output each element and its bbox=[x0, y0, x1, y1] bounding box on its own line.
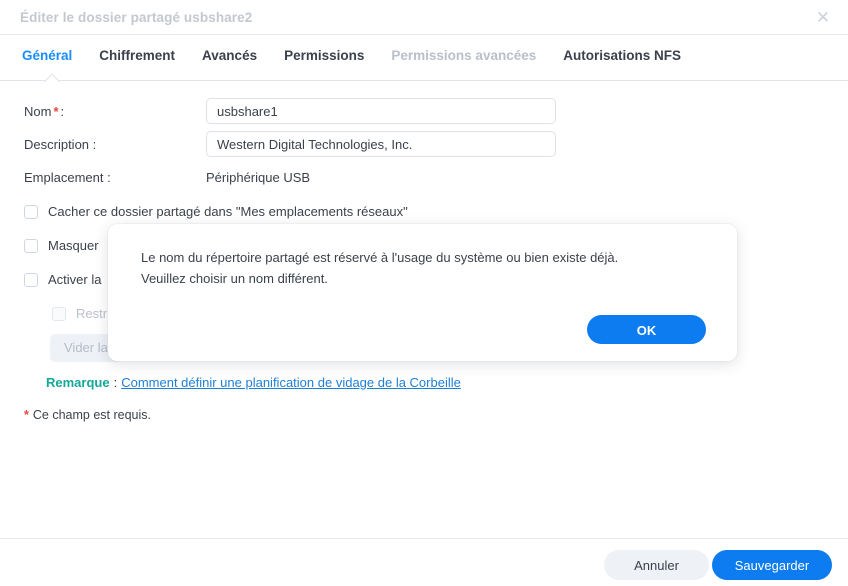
hide-subfolders-label: Masquer bbox=[48, 238, 99, 253]
dialog-titlebar: Éditer le dossier partagé usbshare2 ✕ bbox=[0, 0, 848, 35]
hide-share-checkbox[interactable] bbox=[24, 204, 38, 219]
remark-row: Remarque : Comment définir une planifica… bbox=[46, 375, 461, 390]
save-button[interactable]: Sauvegarder bbox=[712, 550, 832, 580]
edit-shared-folder-dialog: Éditer le dossier partagé usbshare2 ✕ Gé… bbox=[0, 0, 848, 586]
hide-share-label: Cacher ce dossier partagé dans "Mes empl… bbox=[48, 204, 408, 219]
name-label: Nom *: bbox=[24, 104, 206, 119]
hide-subfolders-checkbox-row[interactable]: Masquer bbox=[24, 238, 99, 253]
tab-permissions[interactable]: Permissions bbox=[284, 48, 379, 63]
restrict-recycle-bin-checkbox bbox=[52, 306, 66, 321]
tab-chiffrement[interactable]: Chiffrement bbox=[99, 48, 190, 63]
enable-recycle-bin-label: Activer la bbox=[48, 272, 102, 287]
tab-bar: Général Chiffrement Avancés Permissions … bbox=[0, 35, 848, 81]
alert-message-line2: Veuillez choisir un nom différent. bbox=[141, 271, 328, 286]
hide-subfolders-checkbox[interactable] bbox=[24, 238, 38, 253]
alert-message: Le nom du répertoire partagé est réservé… bbox=[141, 247, 707, 289]
location-field-row: Emplacement : Périphérique USB bbox=[24, 170, 310, 185]
restrict-recycle-bin-checkbox-row: Restr bbox=[52, 306, 107, 321]
description-label: Description : bbox=[24, 136, 97, 152]
description-input[interactable] bbox=[206, 131, 556, 157]
remark-label: Remarque bbox=[46, 375, 110, 390]
tab-autorisations-nfs[interactable]: Autorisations NFS bbox=[563, 48, 696, 63]
validation-alert-dialog: Le nom du répertoire partagé est réservé… bbox=[108, 224, 737, 361]
dialog-footer: Annuler Sauvegarder bbox=[0, 538, 848, 586]
name-label-text: Nom bbox=[24, 103, 52, 119]
required-field-note: * Ce champ est requis. bbox=[22, 408, 151, 422]
remark-colon: : bbox=[113, 375, 118, 390]
alert-message-line1: Le nom du répertoire partagé est réservé… bbox=[141, 250, 619, 265]
tab-avances[interactable]: Avancés bbox=[202, 48, 272, 63]
location-label: Emplacement : bbox=[24, 170, 111, 185]
location-value: Périphérique USB bbox=[206, 170, 311, 185]
name-label-colon: : bbox=[60, 103, 65, 119]
required-asterisk: * bbox=[53, 103, 59, 119]
name-field-row: Nom *: bbox=[24, 98, 556, 124]
cancel-button[interactable]: Annuler bbox=[604, 550, 709, 580]
alert-ok-button[interactable]: OK bbox=[587, 315, 706, 344]
tab-general[interactable]: Général bbox=[22, 48, 87, 63]
recycle-bin-schedule-link[interactable]: Comment définir une planification de vid… bbox=[121, 375, 461, 390]
required-note-asterisk: * bbox=[24, 408, 29, 422]
restrict-recycle-bin-label: Restr bbox=[76, 306, 108, 321]
enable-recycle-bin-checkbox-row[interactable]: Activer la bbox=[24, 272, 101, 287]
description-field-row: Description : bbox=[24, 131, 556, 157]
dialog-title: Éditer le dossier partagé usbshare2 bbox=[20, 10, 253, 25]
tab-permissions-avancees: Permissions avancées bbox=[391, 48, 537, 63]
close-icon[interactable]: ✕ bbox=[813, 8, 833, 28]
hide-share-checkbox-row[interactable]: Cacher ce dossier partagé dans "Mes empl… bbox=[24, 204, 408, 219]
required-note-text: Ce champ est requis. bbox=[32, 408, 151, 422]
name-input[interactable] bbox=[206, 98, 556, 124]
enable-recycle-bin-checkbox[interactable] bbox=[24, 272, 38, 287]
